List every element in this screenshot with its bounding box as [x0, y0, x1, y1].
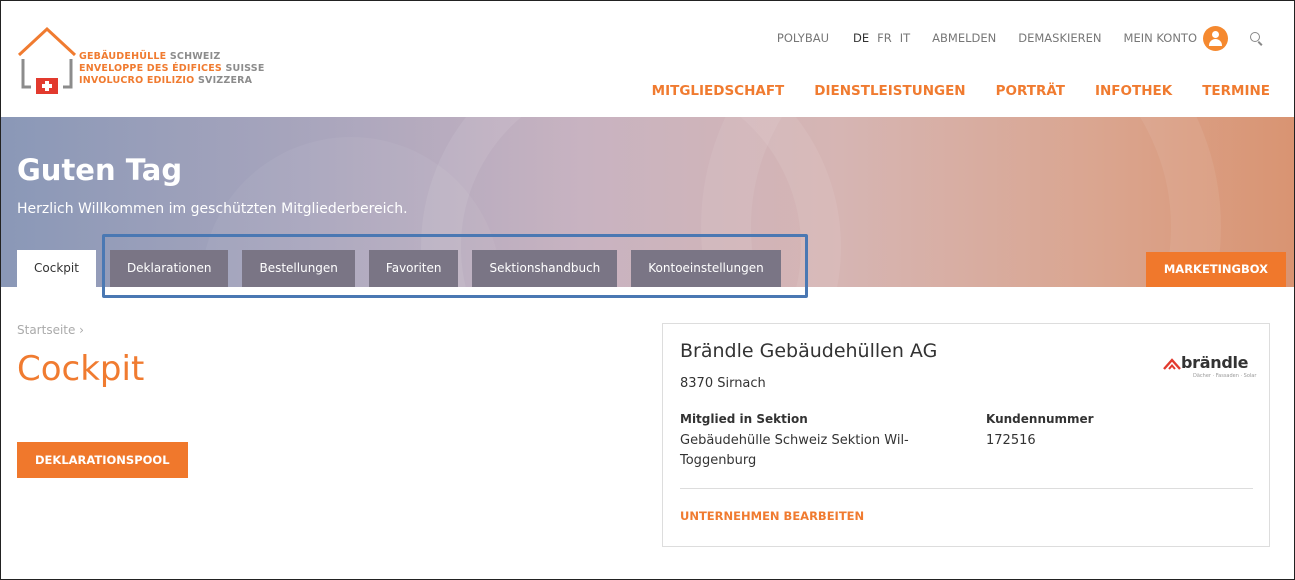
brand-roof-icon — [1163, 358, 1181, 370]
breadcrumb[interactable]: Startseite › — [17, 323, 84, 337]
company-brand-logo: brändle Dächer · Fassaden · Solar — [1163, 353, 1257, 380]
tab-bestellungen[interactable]: Bestellungen — [242, 250, 355, 287]
site-logo[interactable]: GEBÄUDEHÜLLE SCHWEIZ ENVELOPPE DES ÉDIFI… — [17, 25, 337, 105]
company-name: Brändle Gebäudehüllen AG — [680, 340, 938, 362]
customer-number-value: 172516 — [986, 433, 1036, 448]
section-value: Gebäudehülle Schweiz Sektion Wil-Toggenb… — [680, 433, 909, 468]
brand-tagline: Dächer · Fassaden · Solar — [1193, 373, 1257, 379]
lang-de[interactable]: DE — [853, 31, 869, 45]
tab-kontoeinstellungen[interactable]: Kontoeinstellungen — [631, 250, 781, 287]
card-divider — [680, 488, 1253, 489]
marketingbox-button[interactable]: MARKETINGBOX — [1145, 252, 1286, 287]
polybau-link[interactable]: POLYBAU — [777, 31, 829, 45]
browser-frame: GEBÄUDEHÜLLE SCHWEIZ ENVELOPPE DES ÉDIFI… — [0, 0, 1295, 580]
nav-dienstleistungen[interactable]: DIENSTLEISTUNGEN — [814, 83, 965, 99]
hero-title: Guten Tag — [17, 153, 183, 187]
user-avatar-icon — [1203, 25, 1228, 51]
hero-subtitle: Herzlich Willkommen im geschützten Mitgl… — [17, 201, 408, 217]
nav-infothek[interactable]: INFOTHEK — [1095, 83, 1172, 99]
company-card: Brändle Gebäudehüllen AG 8370 Sirnach br… — [662, 323, 1270, 547]
main-navigation: MITGLIEDSCHAFT DIENSTLEISTUNGEN PORTRÄT … — [622, 83, 1270, 99]
search-icon[interactable] — [1248, 30, 1264, 46]
logout-link[interactable]: ABMELDEN — [932, 31, 996, 45]
lang-fr[interactable]: FR — [877, 31, 892, 45]
deklarationspool-button[interactable]: DEKLARATIONSPOOL — [17, 442, 188, 478]
company-city: 8370 Sirnach — [680, 376, 766, 391]
site-header: GEBÄUDEHÜLLE SCHWEIZ ENVELOPPE DES ÉDIFI… — [1, 1, 1294, 117]
logo-wordmark: GEBÄUDEHÜLLE SCHWEIZ ENVELOPPE DES ÉDIFI… — [79, 51, 265, 86]
language-switcher: DE FR IT — [853, 31, 910, 45]
brand-name: brändle — [1181, 353, 1249, 372]
tab-sektionshandbuch[interactable]: Sektionshandbuch — [472, 250, 618, 287]
edit-company-link[interactable]: UNTERNEHMEN BEARBEITEN — [680, 509, 864, 523]
lang-it[interactable]: IT — [900, 31, 910, 45]
customer-number-label: Kundennummer — [986, 412, 1094, 426]
unmask-link[interactable]: DEMASKIEREN — [1018, 31, 1101, 45]
nav-termine[interactable]: TERMINE — [1202, 83, 1270, 99]
tab-favoriten[interactable]: Favoriten — [368, 250, 459, 287]
section-label: Mitglied in Sektion — [680, 412, 808, 426]
hero-banner: Guten Tag Herzlich Willkommen im geschüt… — [1, 117, 1294, 287]
nav-portraet[interactable]: PORTRÄT — [996, 83, 1065, 99]
tab-deklarationen[interactable]: Deklarationen — [109, 250, 229, 287]
page-title: Cockpit — [17, 349, 145, 389]
house-logo-icon — [17, 26, 77, 94]
member-tabs: Cockpit Deklarationen Bestellungen Favor… — [17, 250, 795, 287]
account-label: MEIN KONTO — [1123, 31, 1197, 45]
account-link[interactable]: MEIN KONTO — [1123, 25, 1228, 51]
tab-cockpit[interactable]: Cockpit — [17, 250, 96, 287]
meta-navigation: POLYBAU DE FR IT ABMELDEN DEMASKIEREN ME… — [755, 25, 1264, 51]
nav-mitgliedschaft[interactable]: MITGLIEDSCHAFT — [652, 83, 785, 99]
